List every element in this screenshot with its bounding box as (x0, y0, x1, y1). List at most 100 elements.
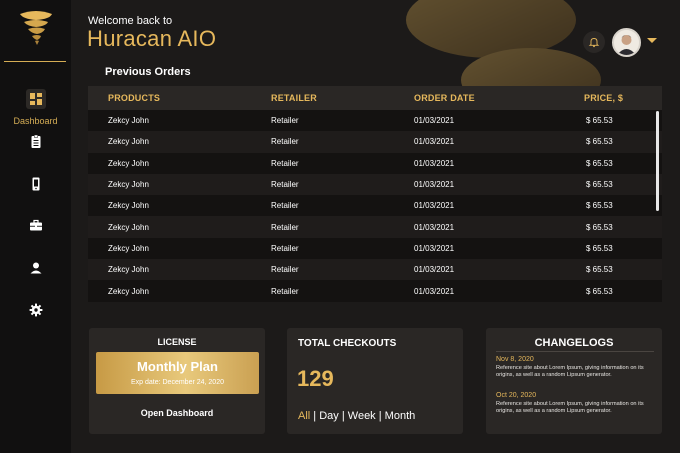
filter-day[interactable]: Day (319, 410, 339, 422)
bell-icon (588, 38, 600, 48)
retailer-cell: Retailer (271, 222, 299, 232)
changelog-text: Reference site about Lorem Ipsum, giving… (496, 401, 644, 415)
plan-exp-date: Exp date: December 24, 2020 (130, 379, 224, 386)
price-cell: $ 65.53 (586, 286, 613, 296)
changelog-date: Oct 20, 2020 (496, 392, 537, 399)
user-icon (30, 262, 41, 274)
product-cell: Zekcy John (108, 265, 149, 275)
checkouts-title: TOTAL CHECKOUTS (298, 338, 397, 349)
price-cell: $ 65.53 (586, 116, 613, 126)
sidebar-item-orders[interactable] (0, 132, 71, 157)
order-date-cell: 01/03/2021 (414, 137, 455, 147)
sidebar-item-devices[interactable] (0, 174, 71, 199)
checkouts-filter: All | Day | Week | Month (298, 410, 415, 422)
price-cell: $ 65.53 (586, 265, 613, 275)
brand-title: Huracan AIO (87, 26, 217, 51)
table-row[interactable]: Zekcy John Retailer 01/03/2021 $ 65.53 (88, 195, 662, 217)
order-date-cell: 01/03/2021 (414, 116, 455, 126)
table-row[interactable]: Zekcy John Retailer 01/03/2021 $ 65.53 (88, 131, 662, 153)
license-card: LICENSE Monthly Plan Exp date: December … (89, 328, 265, 434)
retailer-cell: Retailer (271, 180, 299, 190)
gear-icon (29, 303, 42, 317)
tornado-logo-icon (20, 11, 52, 45)
product-cell: Zekcy John (108, 243, 149, 253)
changelogs-divider (496, 351, 654, 352)
table-row[interactable]: Zekcy John Retailer 01/03/2021 $ 65.53 (88, 173, 662, 196)
briefcase-icon (29, 219, 42, 231)
order-date-cell: 01/03/2021 (414, 286, 455, 296)
table-body: Zekcy John Retailer 01/03/2021 $ 65.53 Zekcy… (88, 110, 662, 302)
order-date-cell: 01/03/2021 (414, 222, 455, 232)
plan-name: Monthly Plan (137, 359, 218, 374)
open-dashboard-link[interactable]: Open Dashboard (89, 408, 265, 418)
product-cell: Zekcy John (108, 286, 149, 296)
retailer-cell: Retailer (271, 158, 299, 168)
column-header-order-date[interactable]: ORDER DATE (396, 93, 566, 103)
retailer-cell: Retailer (271, 243, 299, 253)
product-cell: Zekcy John (108, 180, 149, 190)
changelog-text: Reference site about Lorem Ipsum, giving… (496, 365, 644, 379)
price-cell: $ 65.53 (586, 137, 613, 147)
notifications-button[interactable] (583, 31, 605, 53)
order-date-cell: 01/03/2021 (414, 265, 455, 275)
table-row[interactable]: Zekcy John Retailer 01/03/2021 $ 65.53 (88, 110, 662, 132)
orders-table: PRODUCTS RETAILER ORDER DATE PRICE, $ Ze… (88, 86, 662, 302)
orders-section-title: Previous Orders (105, 66, 191, 78)
mobile-icon (32, 177, 39, 191)
retailer-cell: Retailer (271, 116, 299, 126)
order-date-cell: 01/03/2021 (414, 201, 455, 211)
filter-week[interactable]: Week (348, 410, 376, 422)
sidebar-item-settings[interactable] (0, 300, 71, 325)
clipboard-icon (31, 135, 40, 148)
price-cell: $ 65.53 (586, 180, 613, 190)
profile-menu-chevron-down-icon[interactable] (647, 38, 657, 43)
order-date-cell: 01/03/2021 (414, 158, 455, 168)
changelog-entry: Oct 20, 2020 Reference site about Lorem … (496, 392, 656, 416)
order-date-cell: 01/03/2021 (414, 243, 455, 253)
avatar[interactable] (612, 28, 641, 57)
changelog-date: Nov 8, 2020 (496, 356, 534, 363)
column-header-retailer[interactable]: RETAILER (251, 93, 396, 103)
license-title: LICENSE (157, 337, 197, 347)
column-header-price[interactable]: PRICE, $ (566, 93, 662, 103)
changelogs-card: CHANGELOGS Nov 8, 2020 Reference site ab… (486, 328, 662, 434)
table-header: PRODUCTS RETAILER ORDER DATE PRICE, $ (88, 86, 662, 110)
sidebar: Dashboard (0, 0, 71, 453)
product-cell: Zekcy John (108, 201, 149, 211)
sidebar-item-label: Dashboard (13, 116, 58, 126)
column-header-products[interactable]: PRODUCTS (88, 93, 251, 103)
changelogs-title: CHANGELOGS (534, 337, 614, 349)
main-content: Welcome back to Huracan AIO Previous Ord… (71, 0, 680, 453)
filter-all[interactable]: All (298, 410, 310, 422)
sidebar-item-dashboard[interactable]: Dashboard (0, 89, 71, 126)
price-cell: $ 65.53 (586, 222, 613, 232)
checkouts-value: 129 (297, 366, 334, 391)
table-row[interactable]: Zekcy John Retailer 01/03/2021 $ 65.53 (88, 237, 662, 260)
retailer-cell: Retailer (271, 137, 299, 147)
total-checkouts-card: TOTAL CHECKOUTS 129 All | Day | Week | M… (287, 328, 463, 434)
user-avatar-icon (614, 30, 639, 55)
order-date-cell: 01/03/2021 (414, 180, 455, 190)
table-row[interactable]: Zekcy John Retailer 01/03/2021 $ 65.53 (88, 259, 662, 281)
retailer-cell: Retailer (271, 201, 299, 211)
table-scrollbar[interactable] (656, 111, 659, 211)
table-row[interactable]: Zekcy John Retailer 01/03/2021 $ 65.53 (88, 152, 662, 174)
price-cell: $ 65.53 (586, 243, 613, 253)
dashboard-icon (25, 89, 46, 109)
retailer-cell: Retailer (271, 265, 299, 275)
plan-badge: Monthly Plan Exp date: December 24, 2020 (96, 352, 259, 394)
filter-month[interactable]: Month (385, 410, 416, 422)
product-cell: Zekcy John (108, 116, 149, 126)
sidebar-item-jobs[interactable] (0, 216, 71, 241)
table-row[interactable]: Zekcy John Retailer 01/03/2021 $ 65.53 (88, 216, 662, 238)
logo-divider (4, 61, 66, 62)
table-row[interactable]: Zekcy John Retailer 01/03/2021 $ 65.53 (88, 280, 662, 302)
product-cell: Zekcy John (108, 222, 149, 232)
sidebar-item-profile[interactable] (0, 258, 71, 283)
price-cell: $ 65.53 (586, 201, 613, 211)
price-cell: $ 65.53 (586, 158, 613, 168)
retailer-cell: Retailer (271, 286, 299, 296)
product-cell: Zekcy John (108, 137, 149, 147)
changelog-entry: Nov 8, 2020 Reference site about Lorem I… (496, 356, 656, 380)
product-cell: Zekcy John (108, 158, 149, 168)
